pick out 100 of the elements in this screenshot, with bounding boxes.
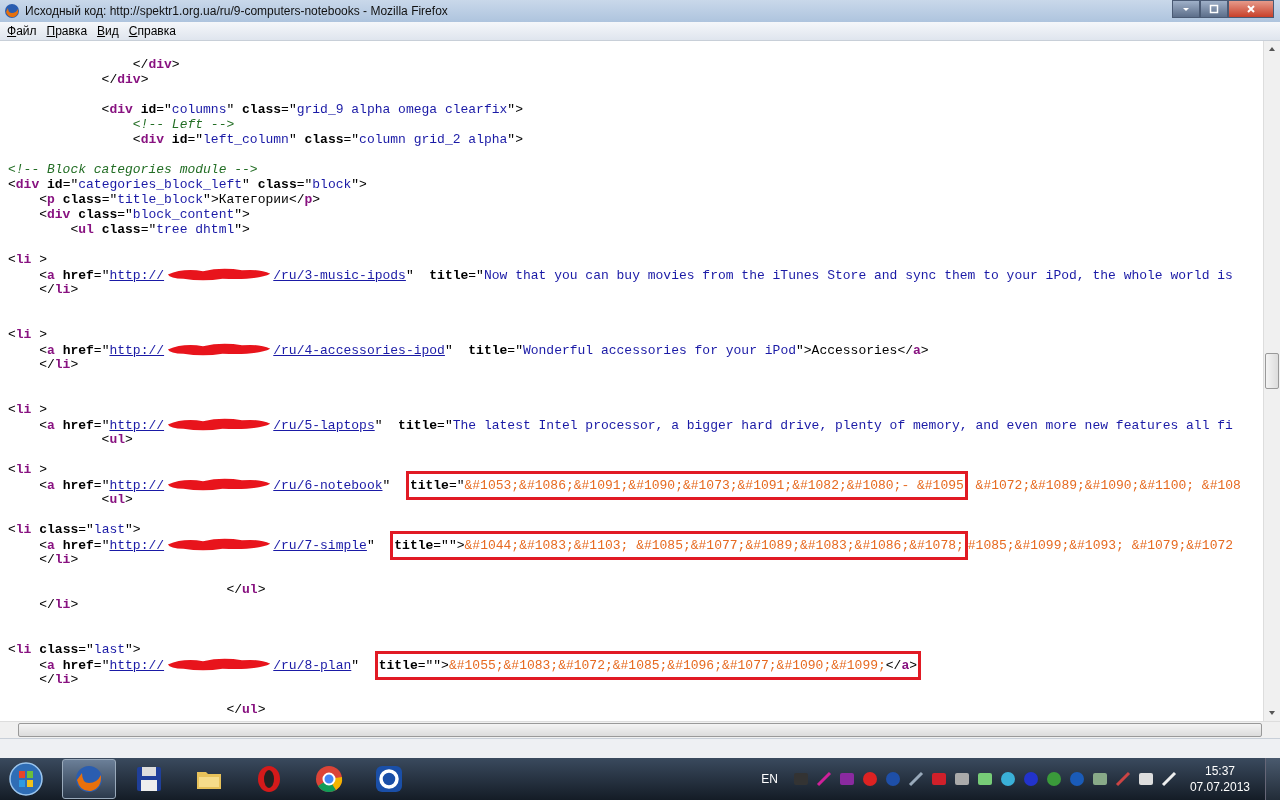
code-punctuation: =" [78,642,94,657]
menu-item[interactable]: Файл [2,24,42,38]
clock-time[interactable]: 15:37 [1204,763,1235,779]
maximize-icon [1209,4,1219,14]
menu-item[interactable]: Правка [41,24,93,38]
code-punctuation: < [38,658,47,673]
firefox-taskbar-button[interactable] [62,759,116,799]
code-punctuation: " [242,177,250,192]
code-punctuation: </ [885,658,902,673]
attribute-value: columns [171,102,227,117]
code-punctuation: </ [288,192,305,207]
tag-name: a [47,418,55,433]
source-link[interactable]: http:// /ru/7-simple [109,538,367,553]
tag-name: a [47,343,55,358]
tag-name: li [15,522,32,537]
code-comment: <!-- Left --> [131,117,235,132]
tag-name: li [54,597,71,612]
clock-date[interactable]: 07.07.2013 [1189,779,1250,795]
attribute-name: href [61,478,94,493]
attribute-name: class [61,192,102,207]
code-punctuation: > [38,462,48,477]
tag-name: div [109,102,133,117]
menu-item[interactable]: Вид [92,24,124,38]
tag-name: ul [242,582,258,597]
code-punctuation: > [70,357,79,372]
attribute-name: title [409,478,449,493]
code-punctuation: < [8,642,16,657]
attribute-name: class [38,522,79,537]
code-punctuation: </ [38,597,55,612]
code-punctuation: " [288,132,297,147]
source-link[interactable]: http:// /ru/4-accessories-ipod [109,343,445,358]
character-entity: #1085;&#1099;&#1093; &#1079;&#1072 [967,538,1234,553]
show-desktop-button[interactable] [1265,758,1280,800]
tag-name: a [47,268,55,283]
code-punctuation: > [909,658,918,673]
code-punctuation: > [125,432,133,447]
code-punctuation: =" [93,478,110,493]
tag-name: li [15,402,32,417]
code-punctuation: < [38,538,47,553]
character-entity: &#1044;&#1083;&#1103; &#1085;&#1077;&#1089;&#1083;&#1086;&#1078; [464,538,964,553]
code-punctuation: =""> [417,658,449,673]
source-link[interactable]: http:// /ru/6-notebook [109,478,383,493]
tag-name: a [47,538,55,553]
code-punctuation: < [8,522,16,537]
tag-name: p [47,192,55,207]
scroll-thumb[interactable] [18,723,1262,737]
tag-name: li [15,252,32,267]
code-punctuation: =""> [433,538,465,553]
maximize-button[interactable] [1200,0,1228,18]
language-indicator[interactable]: EN [761,772,778,786]
code-punctuation: > [140,72,149,87]
scroll-thumb[interactable] [1265,353,1279,389]
code-punctuation: =" [343,132,360,147]
source-link[interactable]: http:// /ru/8-plan [109,658,352,673]
fox-globe-icon [74,764,104,794]
code-punctuation: "> [507,102,523,117]
code-punctuation: < [100,432,110,447]
code-punctuation: " [382,478,392,493]
menu-item[interactable]: Справка [123,24,181,38]
close-button[interactable] [1228,0,1274,18]
tag-name: a [47,658,55,673]
character-entity: &#1072;&#1089;&#1090;&#1100; &#108 [974,478,1241,493]
code-punctuation: < [38,207,47,222]
attribute-value: last [93,642,126,657]
attribute-value: Now that you can buy movies from the iTunes Store and sync them to your iPod, the whole world is [483,268,1233,283]
code-punctuation: </ [38,357,55,372]
horizontal-scrollbar[interactable] [0,721,1280,738]
tag-name: a [47,478,55,493]
code-punctuation: " [366,538,376,553]
code-punctuation: "> [234,207,250,222]
code-punctuation: </ [38,282,55,297]
code-punctuation: </ [38,552,55,567]
tag-name: li [15,462,32,477]
code-punctuation: < [38,192,47,207]
app-icon[interactable] [953,771,970,787]
code-punctuation: =" [62,177,79,192]
app-icon[interactable] [930,771,947,787]
code-punctuation: " [226,102,235,117]
tag-name: ul [78,222,94,237]
code-punctuation: > [312,192,321,207]
source-link[interactable]: http:// /ru/3-music-ipods [109,268,406,283]
pen-icon[interactable] [815,771,832,787]
start-button[interactable] [8,761,44,797]
attribute-name: href [61,658,94,673]
attribute-name: id [170,132,188,147]
code-punctuation: =" [93,343,110,358]
code-punctuation: "> [125,522,141,537]
minimize-button[interactable] [1172,0,1200,18]
code-punctuation: "> [796,343,812,358]
code-punctuation: </ [100,72,118,87]
attribute-name: class [38,642,79,657]
vertical-scrollbar[interactable] [1263,41,1280,721]
code-punctuation: "> [351,177,367,192]
tag-name: div [148,57,172,72]
code-punctuation: =" [156,102,172,117]
code-punctuation: =" [93,538,110,553]
code-punctuation: < [100,492,110,507]
tag-name: div [47,207,71,222]
source-link[interactable]: http:// /ru/5-laptops [109,418,375,433]
code-punctuation: " [405,268,414,283]
